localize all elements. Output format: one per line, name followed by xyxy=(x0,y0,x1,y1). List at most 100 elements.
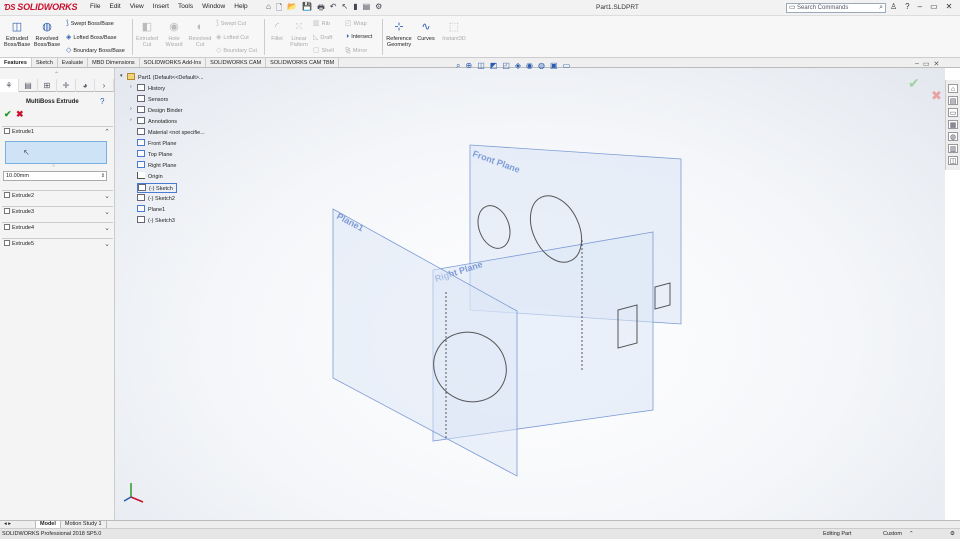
display-style-icon[interactable]: ◈ xyxy=(515,61,521,71)
lofted-boss-button[interactable]: ◈ Lofted Boss/Base xyxy=(66,33,117,41)
curves-button[interactable]: ∿ Curves xyxy=(415,20,437,42)
linear-pattern-button[interactable]: ⁙ Linear Pattern xyxy=(289,20,309,48)
help-icon[interactable]: ? xyxy=(100,97,104,106)
menu-help[interactable]: Help xyxy=(234,3,247,10)
intersect-button[interactable]: ◑ Intersect xyxy=(345,33,372,40)
group-extrude4[interactable]: Extrude4 ⌄ xyxy=(2,222,113,234)
depth-field[interactable]: 10.00mm ⇕ xyxy=(3,171,107,181)
menu-file[interactable]: File xyxy=(90,3,100,10)
display-manager-tab-icon[interactable]: ◕ xyxy=(76,79,95,92)
group-extrude2[interactable]: Extrude2 ⌄ xyxy=(2,190,113,202)
tab-cam[interactable]: SOLIDWORKS CAM xyxy=(206,58,267,67)
tree-material[interactable]: Material <not specifie... xyxy=(137,128,205,136)
swept-cut-button[interactable]: ⟆ Swept Cut xyxy=(216,19,246,27)
boundary-cut-button[interactable]: ◇ Boundary Cut xyxy=(216,46,257,54)
tab-model[interactable]: Model xyxy=(36,521,61,528)
save-icon[interactable]: 💾 xyxy=(302,2,312,16)
hole-wizard-button[interactable]: ◉ Hole Wizard xyxy=(162,20,186,48)
zoom-to-fit-icon[interactable]: ⌕ xyxy=(456,61,460,71)
tree-sensors[interactable]: Sensors xyxy=(137,95,168,103)
group-extrude1[interactable]: Extrude1 ⌃ xyxy=(2,126,113,138)
tree-sketch2[interactable]: (-) Sketch2 xyxy=(137,194,175,202)
reference-geometry-button[interactable]: ⊹ Reference Geometry xyxy=(384,20,414,48)
rebuild-status-icon[interactable]: ⚙ xyxy=(950,529,955,539)
tab-nav-icon[interactable]: ◂ ▸ xyxy=(0,521,36,528)
file-properties-icon[interactable]: ▤ xyxy=(363,2,371,16)
mirror-button[interactable]: ⧎ Mirror xyxy=(345,46,367,54)
solidworks-resources-icon[interactable]: ⌂ xyxy=(948,84,958,93)
spin-arrows-icon[interactable]: ⇕ xyxy=(101,172,105,180)
dimxpert-manager-tab-icon[interactable]: ✛ xyxy=(57,79,76,92)
boundary-boss-button[interactable]: ◇ Boundary Boss/Base xyxy=(66,46,125,54)
options-icon[interactable]: ⚙ xyxy=(375,2,382,16)
confirmation-ok-icon[interactable]: ✔ xyxy=(908,75,920,92)
tab-addins[interactable]: SOLIDWORKS Add-Ins xyxy=(140,58,207,67)
search-icon[interactable]: ⌕ xyxy=(879,4,883,12)
chevron-down-icon[interactable]: ⌄ xyxy=(104,207,110,218)
viewport-minimize-icon[interactable]: – xyxy=(915,60,919,68)
tree-annotations[interactable]: › Annotations xyxy=(130,117,177,125)
chevron-down-icon[interactable]: ⌄ xyxy=(104,239,110,250)
tab-mbd-dimensions[interactable]: MBD Dimensions xyxy=(88,58,140,67)
file-explorer-icon[interactable]: ▭ xyxy=(948,108,958,117)
rib-button[interactable]: ▥ Rib xyxy=(313,19,330,27)
tab-sketch[interactable]: Sketch xyxy=(32,58,58,67)
instant3d-button[interactable]: ⬚ Instant3D xyxy=(440,20,468,42)
extrude3-checkbox[interactable] xyxy=(4,208,10,214)
tab-evaluate[interactable]: Evaluate xyxy=(58,58,89,67)
tree-part[interactable]: ▾ Part1 (Default<<Default>... xyxy=(120,73,204,81)
minimize-icon[interactable]: – xyxy=(918,2,922,11)
section-view-icon[interactable]: ◩ xyxy=(490,61,498,71)
appearances-icon[interactable]: ◍ xyxy=(948,132,958,141)
extrude2-checkbox[interactable] xyxy=(4,192,10,198)
restore-icon[interactable]: ▭ xyxy=(930,2,938,11)
open-icon[interactable]: 📂 xyxy=(287,2,297,16)
tree-top-plane[interactable]: Top Plane xyxy=(137,150,172,158)
group-extrude3[interactable]: Extrude3 ⌄ xyxy=(2,206,113,218)
tree-front-plane[interactable]: Front Plane xyxy=(137,139,176,147)
viewport-close-icon[interactable]: ✕ xyxy=(934,60,940,68)
selection-box[interactable]: ↖ xyxy=(5,141,107,164)
resize-handle-icon[interactable]: ○ xyxy=(52,163,55,169)
search-category-icon[interactable]: ▭ xyxy=(789,4,796,12)
draft-button[interactable]: ◺ Draft xyxy=(313,33,332,41)
revolved-cut-button[interactable]: ◐ Revolved Cut xyxy=(187,20,213,48)
feature-manager-tab-icon[interactable]: ⚘ xyxy=(0,79,19,92)
tree-right-plane[interactable]: Right Plane xyxy=(137,161,176,169)
units-selector[interactable]: Custom xyxy=(883,529,902,539)
lofted-cut-button[interactable]: ◈ Lofted Cut xyxy=(216,33,249,41)
configuration-manager-tab-icon[interactable]: ⊞ xyxy=(38,79,57,92)
tab-cam-tbm[interactable]: SOLIDWORKS CAM TBM xyxy=(266,58,340,67)
extruded-cut-button[interactable]: ◧ Extruded Cut xyxy=(134,20,160,48)
rebuild-icon[interactable]: ▮ xyxy=(353,2,357,16)
chevron-up-icon[interactable]: ⌃ xyxy=(909,529,914,539)
chevron-down-icon[interactable]: ⌄ xyxy=(104,223,110,234)
custom-properties-icon[interactable]: ▥ xyxy=(948,144,958,153)
chevron-up-icon[interactable]: ⌃ xyxy=(104,127,110,138)
extrude4-checkbox[interactable] xyxy=(4,224,10,230)
tab-motion-study[interactable]: Motion Study 1 xyxy=(61,521,107,528)
menu-insert[interactable]: Insert xyxy=(153,3,169,10)
tree-origin[interactable]: Origin xyxy=(137,172,163,180)
viewport-restore-icon[interactable]: ▭ xyxy=(923,60,930,68)
confirmation-cancel-icon[interactable]: ✖ xyxy=(931,88,942,104)
zoom-area-icon[interactable]: ⊕ xyxy=(465,61,472,71)
tree-design-binder[interactable]: › Design Binder xyxy=(130,106,183,114)
wrap-button[interactable]: ◰ Wrap xyxy=(345,19,367,27)
view-settings-icon[interactable]: ▭ xyxy=(563,61,571,71)
solidworks-logo[interactable]: ƊS SOLIDWORKS xyxy=(4,2,78,14)
chevron-down-icon[interactable]: ⌄ xyxy=(104,191,110,202)
hide-show-icon[interactable]: ◉ xyxy=(526,61,533,71)
property-manager-tab-icon[interactable]: ▤ xyxy=(19,79,38,92)
fillet-button[interactable]: ◜ Fillet xyxy=(266,20,288,42)
revolved-boss-button[interactable]: ◍ Revolved Boss/Base xyxy=(33,20,61,48)
extrude1-checkbox[interactable] xyxy=(4,128,10,134)
swept-boss-button[interactable]: ⟆ Swept Boss/Base xyxy=(66,19,114,27)
menu-tools[interactable]: Tools xyxy=(178,3,193,10)
panel-expand-icon[interactable]: ⌃ xyxy=(54,71,59,78)
search-commands-input[interactable]: ▭ Search Commands ⌕ xyxy=(786,3,886,13)
tree-sketch3[interactable]: (-) Sketch3 xyxy=(137,216,175,224)
forum-icon[interactable]: ◫ xyxy=(948,156,958,165)
ok-button[interactable]: ✔ xyxy=(4,109,12,120)
tree-sketch1[interactable]: (-) Sketch xyxy=(137,183,177,193)
